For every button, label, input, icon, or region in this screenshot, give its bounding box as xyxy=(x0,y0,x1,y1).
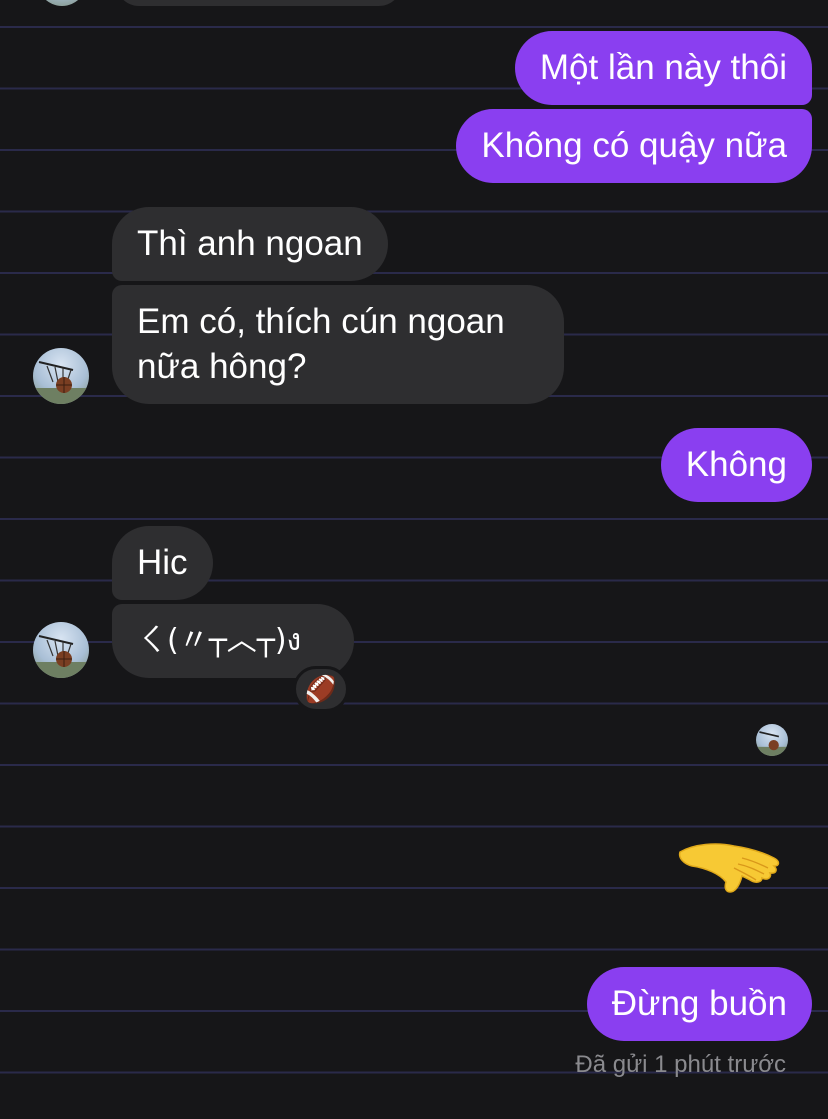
avatar-partial[interactable] xyxy=(36,0,88,6)
message-text-line: Em có, thích cún ngoan xyxy=(137,302,505,341)
basketball-hoop-icon xyxy=(33,635,89,678)
hand-icon xyxy=(678,843,780,893)
message-text: Một lần này thôi xyxy=(539,48,787,87)
message-text: Thì anh ngoan xyxy=(137,224,363,263)
message-bubble-outgoing[interactable]: Một lần này thôi xyxy=(514,31,812,105)
football-icon: 🏈 xyxy=(304,674,338,704)
message-text-line: nữa hông? xyxy=(137,347,307,386)
message-bubble-outgoing[interactable]: Không có quậy nữa xyxy=(456,109,812,183)
message-text: Không có quậy nữa xyxy=(481,126,787,165)
message-bubble-incoming[interactable]: Hic xyxy=(112,526,213,600)
sent-status: Đã gửi 1 phút trước xyxy=(575,1051,786,1078)
basketball-hoop-icon xyxy=(33,361,89,404)
avatar[interactable] xyxy=(33,348,89,404)
message-bubble-partial[interactable] xyxy=(116,0,402,6)
message-text: Hic xyxy=(137,543,188,582)
hand-sticker[interactable] xyxy=(676,838,784,898)
message-bubble-outgoing[interactable]: Không xyxy=(660,428,812,502)
basketball-hoop-icon xyxy=(756,731,788,756)
message-bubble-incoming[interactable]: Em có, thích cún ngoan nữa hông? xyxy=(112,285,564,404)
avatar[interactable] xyxy=(33,622,89,678)
reaction-badge[interactable]: 🏈 xyxy=(293,666,349,712)
message-bubble-incoming[interactable]: Thì anh ngoan xyxy=(112,207,388,281)
message-bubble-outgoing[interactable]: Đừng buồn xyxy=(586,967,812,1041)
read-receipt-avatar xyxy=(756,724,788,756)
message-text: Đừng buồn xyxy=(611,984,787,1023)
message-text: Không xyxy=(685,445,787,484)
message-text: ㄑ(〃┬︿┬)ง xyxy=(137,623,302,658)
